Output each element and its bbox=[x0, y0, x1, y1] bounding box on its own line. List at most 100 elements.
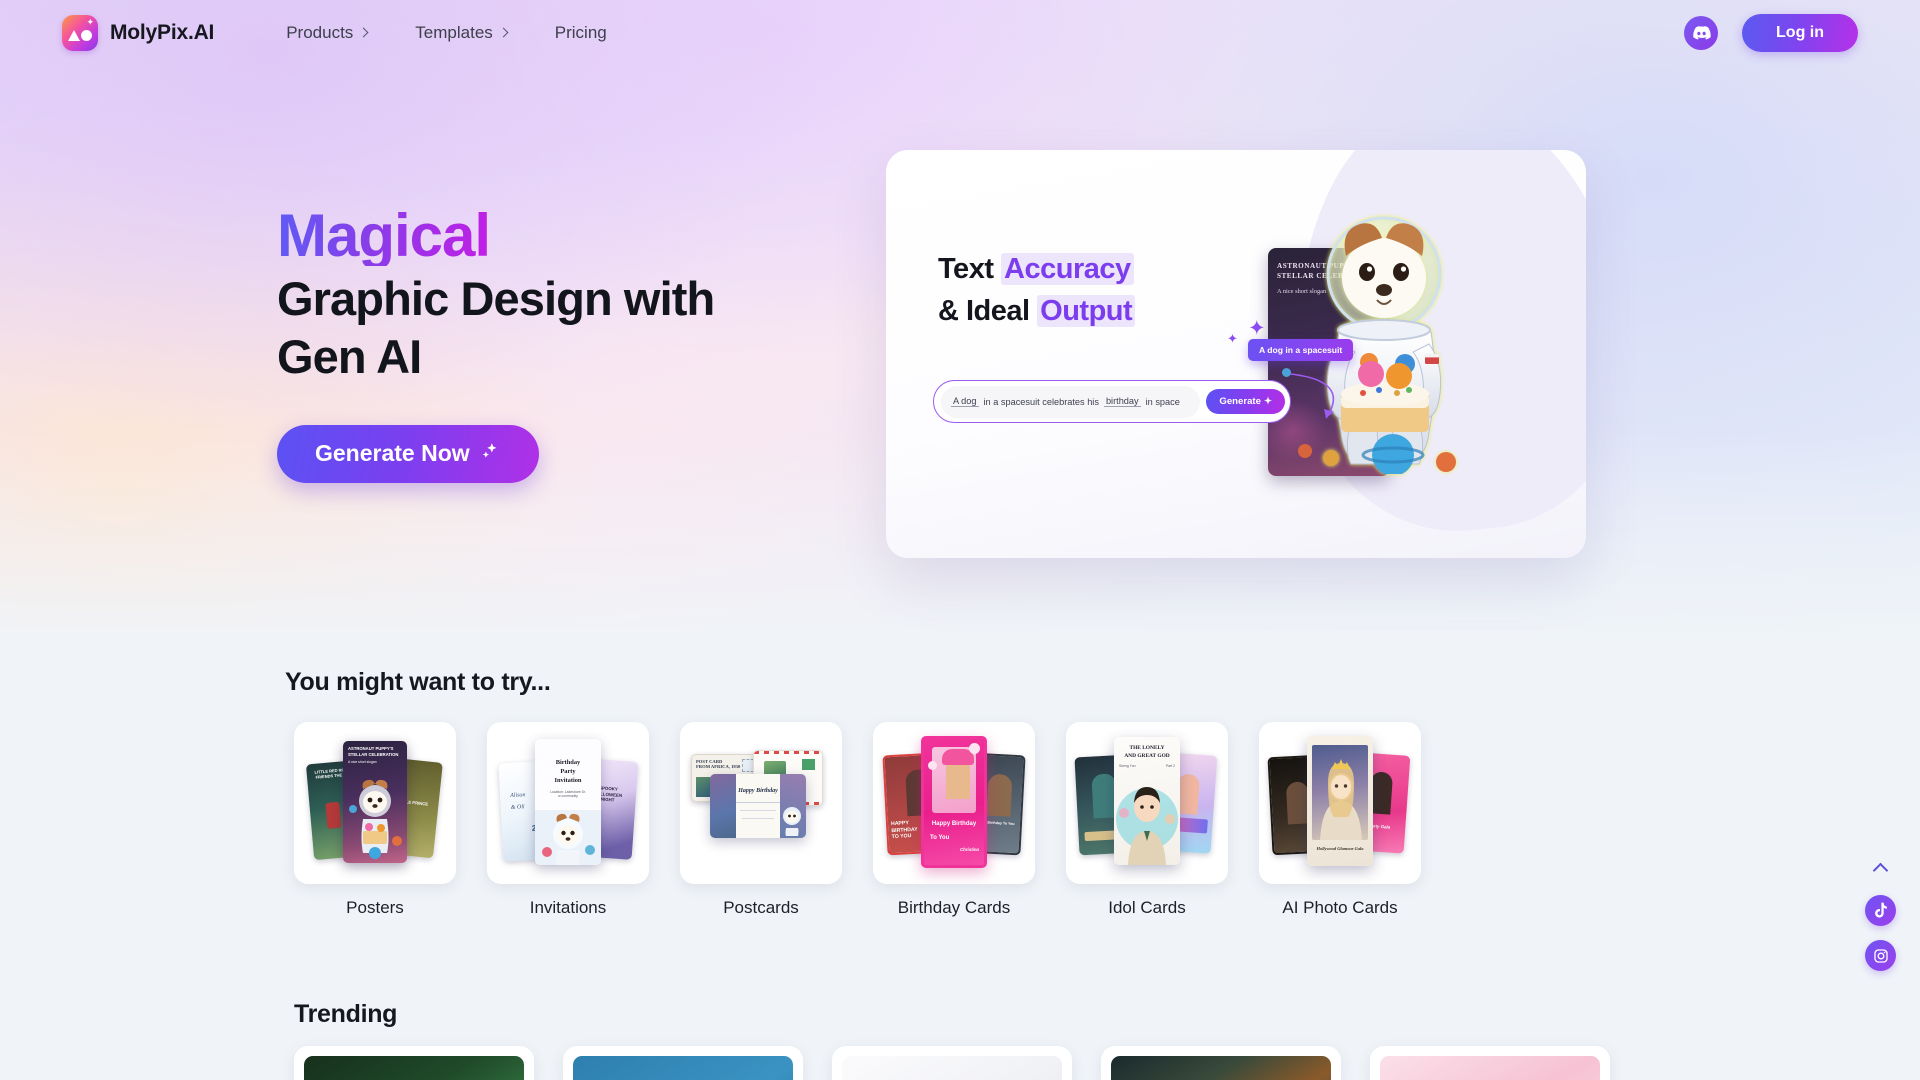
ai-photo-cards-thumbnail: Party Gala Hollywood Glamour Gala bbox=[1259, 722, 1421, 884]
try-section-title: You might want to try... bbox=[285, 668, 551, 696]
try-item-ai-photo-cards-label: AI Photo Cards bbox=[1282, 898, 1398, 917]
posters-thumbnail: LITTLE RED RIDING FRIENDS THE DOG LITTLE… bbox=[294, 722, 456, 884]
poster-mini-2-title1: ASTRONAUT PUPPY'S bbox=[348, 746, 394, 751]
invitation-mini-card-2: Birthday Party Invitation Location: Lake… bbox=[535, 739, 601, 865]
hero-title-magical: Magical bbox=[277, 202, 491, 269]
trending-card-row bbox=[294, 1046, 1610, 1080]
hero-card-headline-line1: Text Accuracy bbox=[938, 248, 1135, 290]
nav-item-products[interactable]: Products bbox=[262, 15, 391, 51]
tiktok-icon[interactable] bbox=[1865, 895, 1896, 926]
prompt-generate-button[interactable]: Generate ✦ bbox=[1206, 389, 1285, 414]
idol-mini-2-title2: AND GREAT GOD bbox=[1124, 753, 1170, 759]
hero-card-headline: Text Accuracy & Ideal Output ✦ ✦ bbox=[938, 248, 1266, 346]
trending-card[interactable] bbox=[563, 1046, 803, 1080]
try-item-idol-cards-label: Idol Cards bbox=[1108, 898, 1186, 917]
navbar-right-group: Log in bbox=[1684, 14, 1858, 52]
trending-card-white-image bbox=[842, 1056, 1062, 1080]
nav-item-templates[interactable]: Templates bbox=[391, 15, 530, 51]
sparkle-small-icon: ✦ bbox=[1227, 331, 1238, 346]
prompt-text-1: in a spacesuit celebrates his bbox=[983, 396, 1099, 407]
hero-card-headline-line2: & Ideal Output bbox=[938, 290, 1136, 332]
photo-mini-2: Hollywood Glamour Gala bbox=[1307, 736, 1373, 866]
postcard-mini-3: Happy Birthday bbox=[710, 774, 806, 838]
nav-item-products-label: Products bbox=[286, 23, 354, 42]
birthday-mini-2-name: Christina bbox=[959, 847, 979, 852]
idol-mini-2-author: Sheng Yun bbox=[1119, 764, 1136, 768]
invitation-mini-2-location: Location: Lakeshore Dr. w community bbox=[550, 790, 586, 799]
prompt-token-occasion: birthday bbox=[1103, 396, 1141, 407]
trending-card[interactable] bbox=[1370, 1046, 1610, 1080]
birthday-mini-2: Happy Birthday To You Christina bbox=[921, 736, 987, 868]
headline-ideal-text: & Ideal bbox=[938, 295, 1038, 328]
idol-mini-2: THE LONELY AND GREAT GOD Sheng Yun Part … bbox=[1114, 737, 1180, 865]
sparkles-icon: ✦ bbox=[1263, 396, 1272, 407]
hero-preview-card: Text Accuracy & Ideal Output ✦ ✦ ASTRONA… bbox=[886, 150, 1586, 558]
try-item-ai-photo-cards[interactable]: Party Gala Hollywood Glamour Gala AI Pho… bbox=[1259, 722, 1421, 918]
birthday-cards-thumbnail: HAPPY BIRTHDAY TO YOU Happy Birthday To … bbox=[873, 722, 1035, 884]
logo-triangle-shape bbox=[68, 30, 80, 41]
invitations-thumbnail: Alison & Oli 29 SPOOKY HALLOWEEN NIGHT B… bbox=[487, 722, 649, 884]
try-item-birthday-cards[interactable]: HAPPY BIRTHDAY TO YOU Happy Birthday To … bbox=[873, 722, 1035, 918]
chevron-right-icon bbox=[358, 27, 369, 38]
hero-prompt-badge: A dog in a spacesuit bbox=[1248, 339, 1354, 361]
try-item-invitations-label: Invitations bbox=[529, 898, 607, 917]
trending-card-pink-image bbox=[1380, 1056, 1600, 1080]
try-item-postcards-label: Postcards bbox=[723, 898, 799, 917]
birthday-mini-2-line2: To You bbox=[930, 835, 950, 841]
trending-card-blue-image bbox=[573, 1056, 793, 1080]
nav-item-pricing-label: Pricing bbox=[554, 23, 607, 42]
prompt-input-bar[interactable]: A dog in a spacesuit celebrates his birt… bbox=[933, 380, 1291, 423]
prompt-text-field[interactable]: A dog in a spacesuit celebrates his birt… bbox=[941, 385, 1201, 418]
try-item-invitations[interactable]: Alison & Oli 29 SPOOKY HALLOWEEN NIGHT B… bbox=[487, 722, 649, 918]
headline-text-text: Text bbox=[938, 253, 1002, 285]
brand-logo[interactable]: ✦ MolyPix.AI bbox=[62, 15, 214, 51]
trending-section-title: Trending bbox=[294, 1000, 398, 1028]
nav-item-templates-label: Templates bbox=[415, 23, 493, 42]
idol-mini-2-title1: THE LONELY bbox=[1129, 745, 1165, 751]
try-item-idol-cards[interactable]: THE LONELY AND GREAT GOD Sheng Yun Part … bbox=[1066, 722, 1228, 918]
chevron-right-icon bbox=[498, 27, 509, 38]
trending-card-dark-image bbox=[1111, 1056, 1331, 1080]
chevron-up-icon[interactable] bbox=[1868, 855, 1894, 881]
sparkles-icon bbox=[479, 440, 501, 468]
trending-card[interactable] bbox=[832, 1046, 1072, 1080]
invitation-mini-2-line3: Invitation bbox=[554, 777, 582, 784]
postcard-mini-1-title: POST CARD FROM AFRICA, 1930 bbox=[696, 759, 741, 769]
headline-accuracy-highlight: Accuracy bbox=[1001, 253, 1134, 285]
poster-mini-2-title2: STELLAR CELEBRATION bbox=[348, 752, 399, 757]
prompt-generate-label: Generate bbox=[1219, 396, 1261, 407]
try-item-posters[interactable]: LITTLE RED RIDING FRIENDS THE DOG LITTLE… bbox=[294, 722, 456, 918]
prompt-text-2: in space bbox=[1145, 396, 1180, 407]
floating-social-rail bbox=[1865, 855, 1896, 971]
postcards-thumbnail: POST CARD FROM AFRICA, 1930 Happy Birthd… bbox=[680, 722, 842, 884]
top-navbar: ✦ MolyPix.AI Products Templates Pricing … bbox=[0, 0, 1920, 66]
try-item-postcards[interactable]: POST CARD FROM AFRICA, 1930 Happy Birthd… bbox=[680, 722, 842, 918]
invitation-mini-2-line2: Party bbox=[560, 768, 576, 775]
hero-title-main: Graphic Design with Gen AI bbox=[277, 270, 837, 385]
trending-card-forest-image bbox=[304, 1056, 524, 1080]
trending-section-header: Trending bbox=[294, 1000, 397, 1029]
generate-now-label: Generate Now bbox=[315, 440, 470, 467]
trending-card[interactable] bbox=[294, 1046, 534, 1080]
discord-icon[interactable] bbox=[1684, 16, 1719, 50]
logo-circle-shape bbox=[81, 30, 92, 41]
brand-name: MolyPix.AI bbox=[110, 21, 215, 44]
hero-text-block: Magical Graphic Design with Gen AI Gener… bbox=[277, 205, 837, 483]
trending-card[interactable] bbox=[1101, 1046, 1341, 1080]
nav-links: Products Templates Pricing bbox=[262, 15, 631, 51]
nav-item-pricing[interactable]: Pricing bbox=[531, 15, 631, 51]
login-button[interactable]: Log in bbox=[1742, 14, 1858, 52]
pointer-curve-icon bbox=[1289, 373, 1335, 419]
sparkles-icon: ✦ bbox=[1248, 317, 1266, 340]
logo-sparkle-icon: ✦ bbox=[86, 17, 94, 27]
generate-now-button[interactable]: Generate Now bbox=[277, 424, 539, 483]
idol-mini-2-part: Part 2 bbox=[1165, 764, 1175, 768]
headline-output-highlight: Output bbox=[1037, 295, 1136, 328]
hero-title-line2: Graphic Design with bbox=[277, 272, 715, 326]
invitation-mini-2-line1: Birthday bbox=[555, 759, 581, 766]
birthday-mini-2-line1: Happy Birthday bbox=[931, 821, 977, 827]
try-item-birthday-cards-label: Birthday Cards bbox=[897, 898, 1011, 917]
try-section-header: You might want to try... bbox=[285, 668, 551, 697]
instagram-icon[interactable] bbox=[1865, 940, 1896, 971]
idol-cards-thumbnail: THE LONELY AND GREAT GOD Sheng Yun Part … bbox=[1066, 722, 1228, 884]
